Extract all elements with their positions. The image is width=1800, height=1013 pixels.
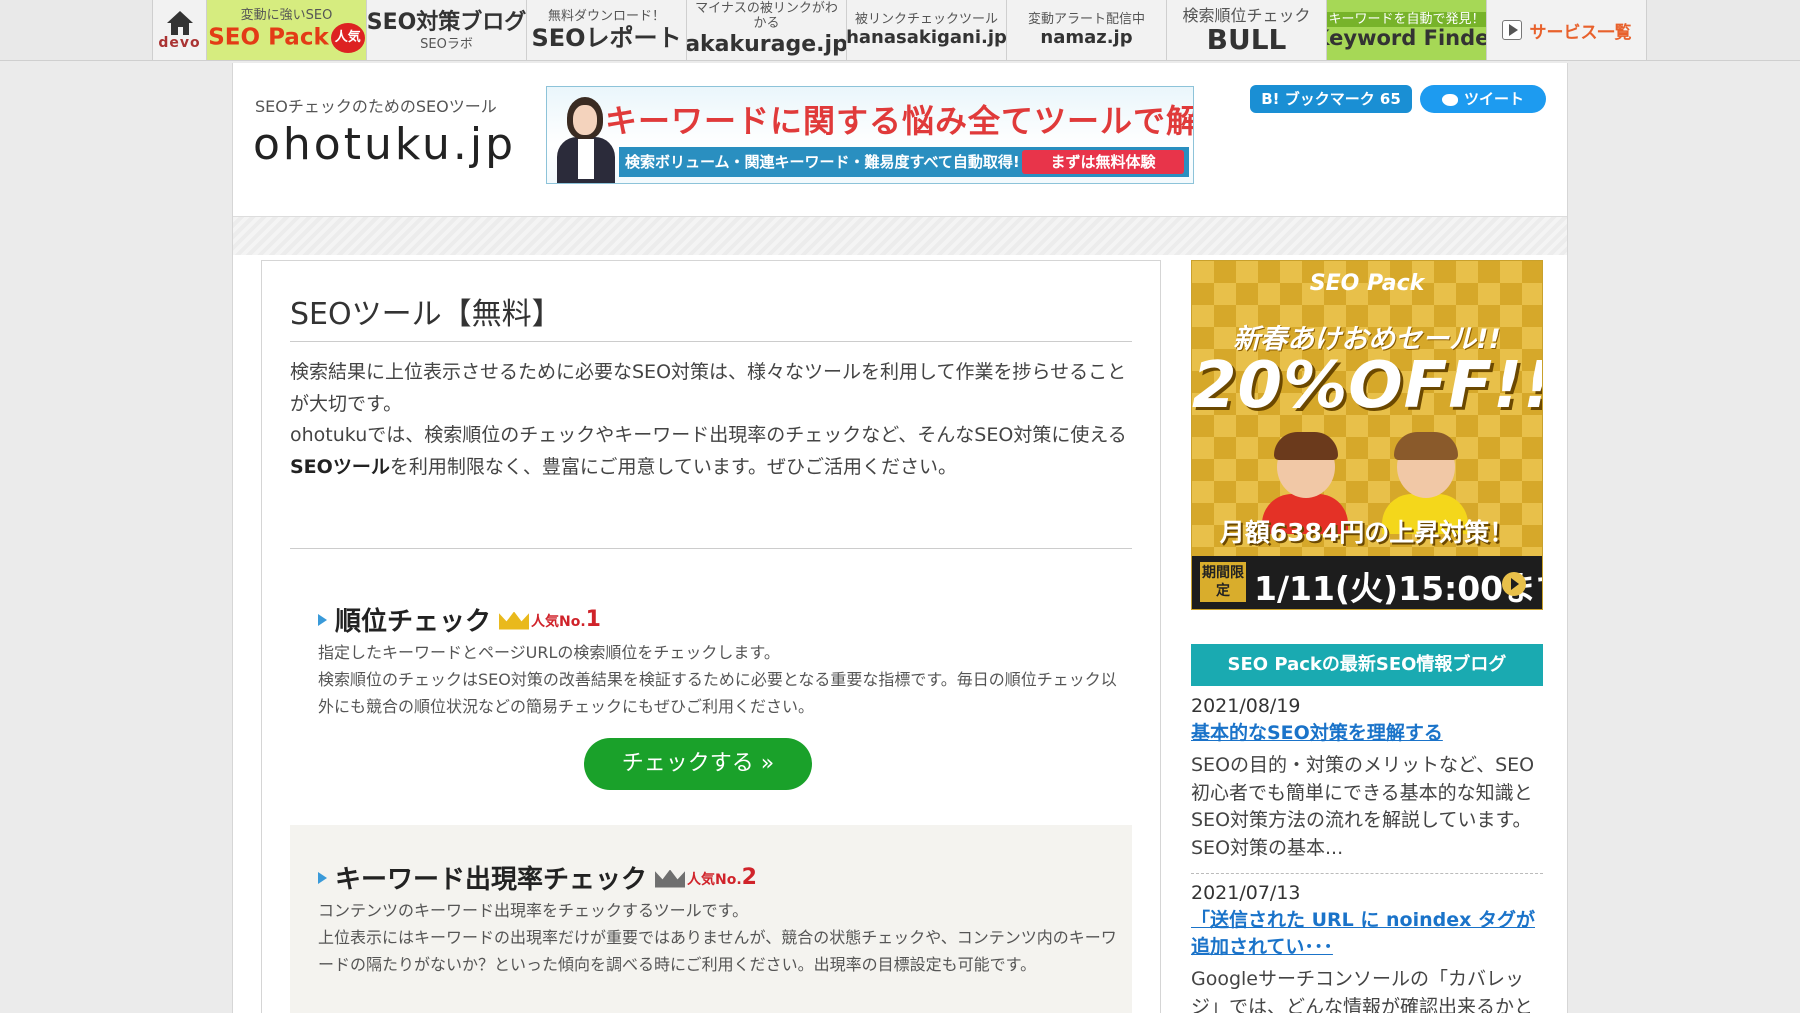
service-seo-pack-caption: 変動に強いSEO <box>240 7 333 23</box>
blog-post: 2021/07/13 「送信された URL に noindex タグが追加されて… <box>1191 882 1543 1013</box>
keyword-density-desc-1: コンテンツのキーワード出現率をチェックするツールです。 <box>318 901 749 920</box>
rank-check-button[interactable]: チェックする » <box>584 738 812 790</box>
service-namaz-title: namaz.jp <box>1040 26 1133 48</box>
post-date: 2021/08/19 <box>1191 695 1301 717</box>
rank-badge-1-prefix: 人気No. <box>531 614 586 630</box>
service-seo-pack[interactable]: 変動に強いSEO SEO Pack 人気 <box>207 0 367 60</box>
home-label: devo <box>158 35 201 51</box>
banner-cta[interactable]: まずは無料体験 <box>1022 150 1184 174</box>
keyword-density-section: キーワード出現率チェック 人気No.2 コンテンツのキーワード出現率をチェックす… <box>290 825 1132 1013</box>
promo-deadline-bar: 期間限定 1/11(火)15:00まで <box>1192 556 1542 609</box>
service-bar: devo 変動に強いSEO SEO Pack 人気 SEO対策ブログ SEOラボ … <box>0 0 1800 61</box>
service-keyword-finder[interactable]: キーワードを自動で発見！ Keyword Finder <box>1327 0 1487 60</box>
service-akakurage-caption: マイナスの被リンクがわかる <box>695 1 838 31</box>
service-keyword-finder-caption: キーワードを自動で発見！ <box>1327 11 1486 27</box>
post-date: 2021/07/13 <box>1191 882 1301 904</box>
service-seo-report-title: SEOレポート <box>531 23 682 52</box>
rank-badge-1: 人気No.1 <box>531 607 601 632</box>
seo-pack-sale-banner[interactable]: SEO Pack 新春あけおめセール!! 20%OFF!! 月額6384円の上昇… <box>1191 260 1543 610</box>
service-list-link[interactable]: サービス一覧 <box>1487 0 1647 60</box>
site-tagline: SEOチェックのためのSEOツール <box>255 97 497 116</box>
service-seo-report-caption: 無料ダウンロード！ <box>547 8 665 24</box>
service-namaz-caption: 変動アラート配信中 <box>1027 11 1145 27</box>
post-title-link[interactable]: 「送信された URL に noindex タグが追加されてい･･･ <box>1191 907 1543 961</box>
site-header: SEOチェックのためのSEOツール ohotuku.jp キーワードに関する悩み… <box>233 63 1567 217</box>
arrow-circle-icon <box>1502 572 1526 596</box>
service-akakurage-title: akakurage.jp <box>687 32 847 57</box>
intro-2-bold: SEOツール <box>290 455 390 478</box>
rank-check-section: 順位チェック 人気No.1 指定したキーワードとページURLの検索順位をチェック… <box>290 601 1132 790</box>
service-seo-lab-title: SEO対策ブログ <box>367 9 527 35</box>
keyword-tool-banner[interactable]: キーワードに関する悩み全てツールで解決! 検索ボリューム・関連キーワード・難易度… <box>546 86 1194 184</box>
title-divider <box>290 341 1132 342</box>
service-bull[interactable]: 検索順位チェック BULL <box>1167 0 1327 60</box>
page-container: SEOチェックのためのSEOツール ohotuku.jp キーワードに関する悩み… <box>232 63 1568 1013</box>
home-icon <box>166 11 193 35</box>
arrow-right-icon <box>318 871 327 884</box>
service-seo-lab[interactable]: SEO対策ブログ SEOラボ <box>367 0 527 60</box>
intro-paragraph-2: ohotukuでは、検索順位のチェックやキーワード出現率のチェックなど、そんなS… <box>290 420 1132 483</box>
play-icon <box>1501 20 1522 40</box>
keyword-density-title[interactable]: キーワード出現率チェック <box>335 859 647 896</box>
service-akakurage[interactable]: マイナスの被リンクがわかる akakurage.jp <box>687 0 847 60</box>
service-hanasakigani-caption: 被リンクチェックツール <box>854 11 998 27</box>
banner-headline: キーワードに関する悩み全てツールで解決! <box>605 102 1194 140</box>
tweet-label: ツイート <box>1463 90 1524 108</box>
popular-badge: 人気 <box>330 22 365 53</box>
rank-badge-2-prefix: 人気No. <box>687 872 742 888</box>
rank-check-description: 指定したキーワードとページURLの検索順位をチェックします。 検索順位のチェック… <box>318 639 1118 720</box>
sidebar: SEO Pack 新春あけおめセール!! 20%OFF!! 月額6384円の上昇… <box>1191 260 1545 1013</box>
rank-badge-2-number: 2 <box>741 865 757 890</box>
arrow-right-icon <box>318 613 327 626</box>
post-divider <box>1191 873 1543 874</box>
post-excerpt: Googleサーチコンソールの「カバレッジ」では、どんな情報が確認出来るかとい <box>1191 968 1534 1013</box>
service-bar-items: devo 変動に強いSEO SEO Pack 人気 SEO対策ブログ SEOラボ … <box>152 0 1647 60</box>
promo-price: 月額6384円の上昇対策！ <box>1219 518 1515 547</box>
silver-crown-icon <box>655 866 686 890</box>
service-list-label: サービス一覧 <box>1529 22 1632 43</box>
promo-deadline-date: 1/11(火)15:00まで <box>1254 569 1543 608</box>
twitter-bird-icon <box>1441 93 1458 106</box>
service-namaz[interactable]: 変動アラート配信中 namaz.jp <box>1007 0 1167 60</box>
service-bull-title: BULL <box>1206 23 1287 56</box>
rank-badge-2: 人気No.2 <box>687 865 757 890</box>
intro-2-start: ohotukuでは、検索順位のチェックやキーワード出現率のチェックなど、そんなS… <box>290 424 1127 446</box>
section-divider <box>290 548 1132 549</box>
page-title: SEOツール【無料】 <box>290 297 562 332</box>
rank-badge-1-number: 1 <box>585 607 601 632</box>
post-title-link[interactable]: 基本的なSEO対策を理解する <box>1191 720 1543 747</box>
promo-brand: SEO Pack <box>1309 271 1425 296</box>
gold-crown-icon <box>499 608 530 632</box>
rank-check-heading: 順位チェック 人気No.1 <box>318 601 601 638</box>
service-keyword-finder-title: Keyword Finder <box>1327 25 1486 50</box>
intro-paragraph-1: 検索結果に上位表示させるために必要なSEO対策は、様々なツールを利用して作業を捗… <box>290 361 1127 415</box>
service-seo-report[interactable]: 無料ダウンロード！ SEOレポート <box>527 0 687 60</box>
post-excerpt: SEOの目的・対策のメリットなど、SEO初心者でも簡単にできる基本的な知識とSE… <box>1191 754 1535 859</box>
intro-2-end: を利用制限なく、豊富にご用意しています。ぜひご活用ください。 <box>389 455 957 478</box>
header-stripe <box>233 217 1567 255</box>
hatena-bookmark-button[interactable]: B! ブックマーク 65 <box>1250 85 1412 113</box>
rank-check-desc-2: 検索順位のチェックはSEO対策の改善結果を検証するために必要となる重要な指標です… <box>318 670 1117 716</box>
keyword-density-description: コンテンツのキーワード出現率をチェックするツールです。 上位表示にはキーワードの… <box>318 897 1118 978</box>
site-logo[interactable]: ohotuku.jp <box>253 119 516 170</box>
service-seo-lab-caption: SEOラボ <box>420 36 473 52</box>
promo-discount: 20%OFF!! <box>1192 349 1543 423</box>
promo-limit-label: 期間限定 <box>1200 562 1246 602</box>
main-content: SEOツール【無料】 検索結果に上位表示させるために必要なSEO対策は、様々なツ… <box>261 260 1161 1013</box>
blog-heading: SEO Packの最新SEO情報ブログ <box>1191 644 1543 686</box>
intro-text: 検索結果に上位表示させるために必要なSEO対策は、様々なツールを利用して作業を捗… <box>290 357 1132 483</box>
rank-check-desc-1: 指定したキーワードとページURLの検索順位をチェックします。 <box>318 643 780 662</box>
service-hanasakigani[interactable]: 被リンクチェックツール hanasakigani.jp <box>847 0 1007 60</box>
tweet-button[interactable]: ツイート <box>1420 85 1546 113</box>
keyword-density-desc-2: 上位表示にはキーワードの出現率だけが重要ではありませんが、競合の状態チェックや、… <box>318 928 1117 974</box>
rank-check-title[interactable]: 順位チェック <box>335 601 491 638</box>
home-link[interactable]: devo <box>152 0 207 60</box>
service-seo-pack-title: SEO Pack <box>208 24 329 50</box>
service-seo-pack-name: SEO Pack 人気 <box>208 22 365 53</box>
service-hanasakigani-title: hanasakigani.jp <box>847 26 1007 48</box>
keyword-density-heading: キーワード出現率チェック 人気No.2 <box>318 859 757 896</box>
blog-post: 2021/08/19 基本的なSEO対策を理解する SEOの目的・対策のメリット… <box>1191 695 1543 862</box>
